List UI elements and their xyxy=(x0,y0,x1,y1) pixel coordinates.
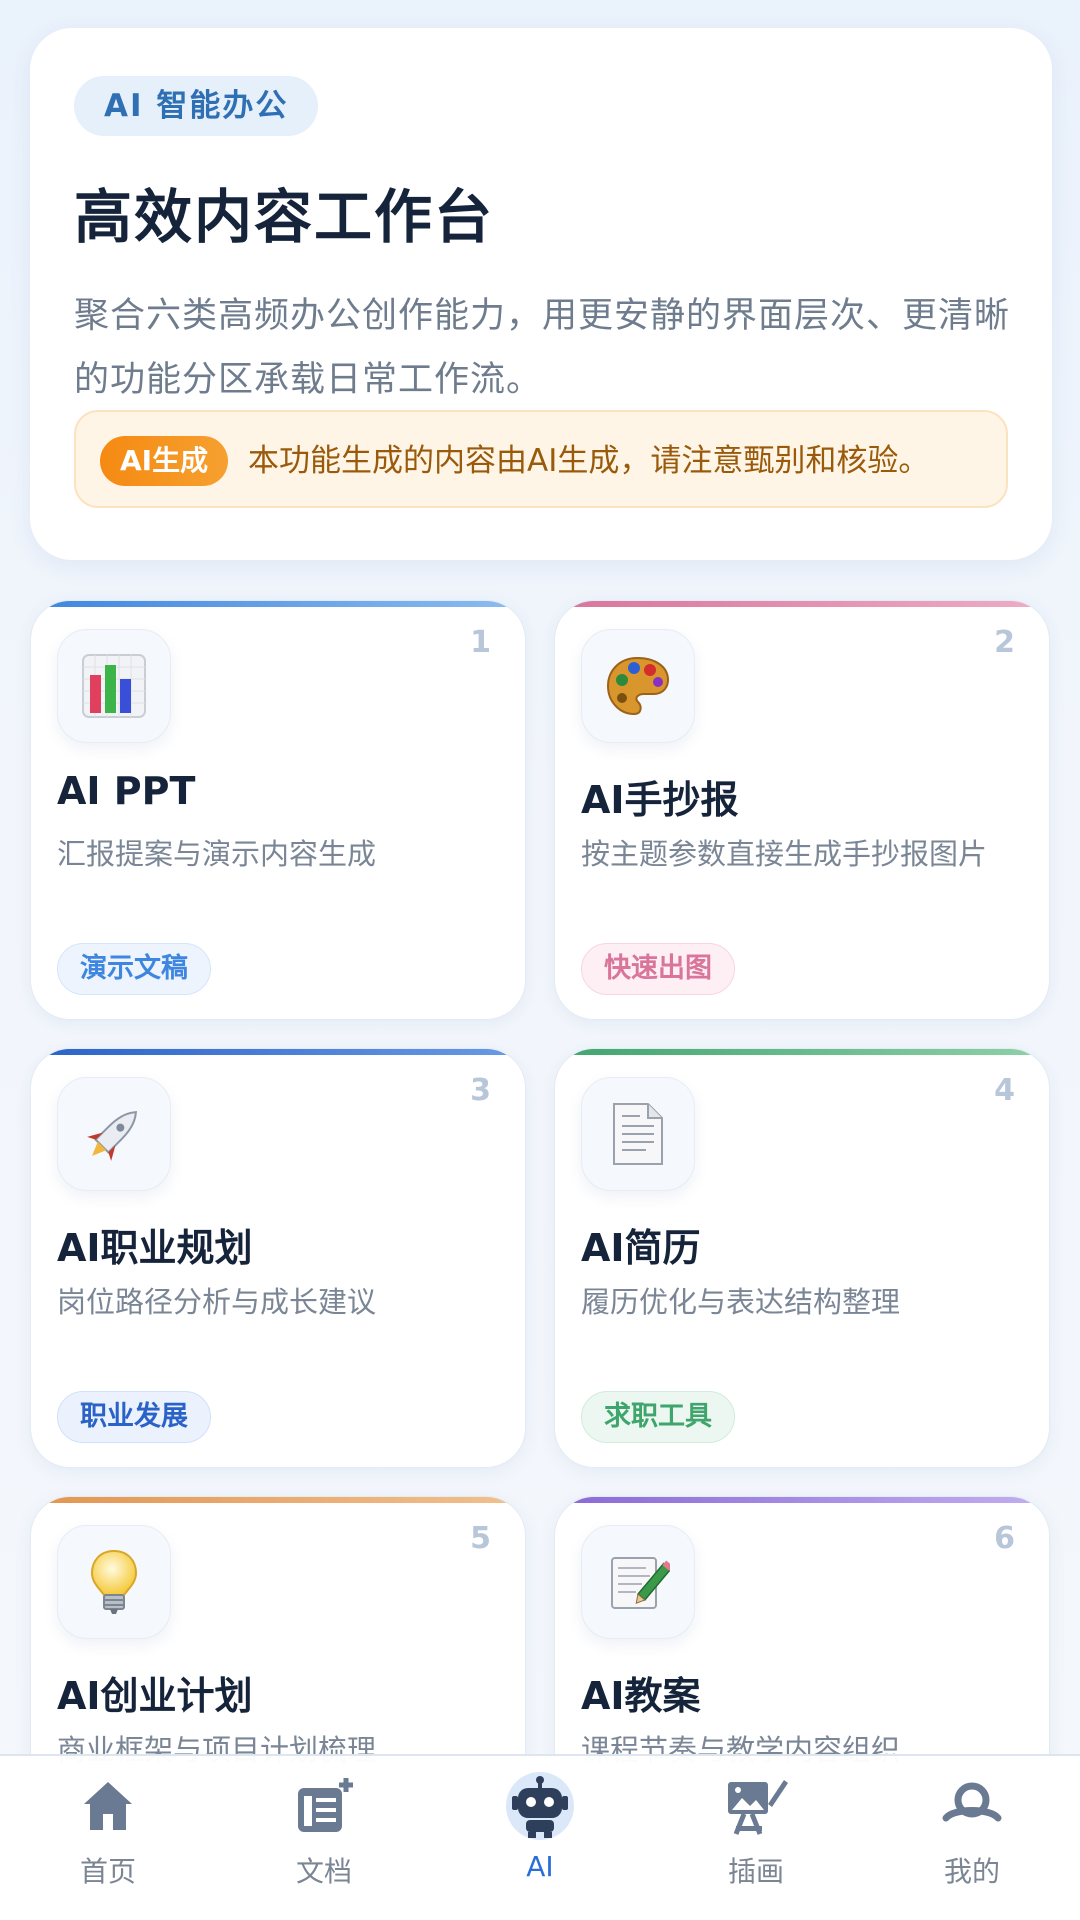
rocket-icon xyxy=(87,1111,137,1161)
page-title: 高效内容工作台 xyxy=(74,183,495,251)
feature-card-ai-career[interactable]: 3 AI职业规划 岗位路径分析与成长建议 职业发展 xyxy=(30,1048,526,1468)
bottom-tab-bar: 首页 文档 AI 插画 我的 xyxy=(0,1754,1080,1920)
tab-label: 文档 xyxy=(295,1855,352,1888)
card-description: 汇报提案与演示内容生成 xyxy=(57,837,377,871)
feature-card-ai-resume[interactable]: 4 AI简历 履历优化与表达结构整理 求职工具 xyxy=(554,1048,1050,1468)
card-tag: 快速出图 xyxy=(581,943,735,995)
robot-icon-wrap xyxy=(504,1770,576,1842)
tab-ai[interactable]: AI xyxy=(460,1770,620,1900)
card-description: 履历优化与表达结构整理 xyxy=(581,1285,901,1319)
card-title: AI职业规划 xyxy=(57,1226,253,1270)
card-title: AI手抄报 xyxy=(581,778,739,822)
profile-icon xyxy=(942,1782,1002,1822)
tab-illustration[interactable]: 插画 xyxy=(676,1770,836,1900)
document-add-icon-wrap xyxy=(288,1770,360,1842)
card-number: 2 xyxy=(994,625,1015,660)
document-add-icon xyxy=(298,1778,353,1832)
card-description: 岗位路径分析与成长建议 xyxy=(57,1285,377,1319)
feature-card-ai-ppt[interactable]: 1 AI PPT 汇报提案与演示内容生成 演示文稿 xyxy=(30,600,526,1020)
tab-profile[interactable]: 我的 xyxy=(892,1770,1052,1900)
card-icon-box xyxy=(581,629,695,743)
memo-icon xyxy=(611,1557,670,1609)
hero-badge: AI 智能办公 xyxy=(74,76,319,136)
illustration-icon-wrap xyxy=(720,1770,792,1842)
ai-notice: AI生成 本功能生成的内容由AI生成，请注意甄别和核验。 xyxy=(74,410,1008,508)
palette-icon xyxy=(606,656,670,716)
tab-home[interactable]: 首页 xyxy=(28,1770,188,1900)
card-tag: 求职工具 xyxy=(581,1391,735,1443)
document-icon xyxy=(613,1103,663,1165)
card-description: 按主题参数直接生成手抄报图片 xyxy=(581,837,988,871)
ai-notice-text: 本功能生成的内容由AI生成，请注意甄别和核验。 xyxy=(248,443,930,479)
card-accent-bar xyxy=(555,1497,1049,1503)
card-title: AI教案 xyxy=(581,1674,701,1718)
lightbulb-icon xyxy=(90,1549,138,1614)
bar-chart-icon xyxy=(82,654,146,718)
feature-card-ai-poster[interactable]: 2 AI手抄报 按主题参数直接生成手抄报图片 快速出图 xyxy=(554,600,1050,1020)
home-icon xyxy=(84,1782,132,1830)
card-icon-box xyxy=(57,1077,171,1191)
tab-label: AI xyxy=(526,1850,554,1883)
profile-icon-wrap xyxy=(936,1770,1008,1842)
card-number: 1 xyxy=(470,625,491,660)
card-icon-box xyxy=(581,1077,695,1191)
tab-label: 我的 xyxy=(943,1855,1000,1888)
card-tag: 演示文稿 xyxy=(57,943,211,995)
card-accent-bar xyxy=(555,601,1049,607)
tab-label: 首页 xyxy=(79,1855,136,1888)
card-accent-bar xyxy=(31,1049,525,1055)
card-title: AI创业计划 xyxy=(57,1674,253,1718)
hero-card: AI 智能办公 高效内容工作台 聚合六类高频办公创作能力，用更安静的界面层次、更… xyxy=(30,28,1052,560)
card-accent-bar xyxy=(31,1497,525,1503)
card-title: AI简历 xyxy=(581,1226,701,1270)
card-accent-bar xyxy=(31,601,525,607)
card-number: 4 xyxy=(994,1073,1015,1108)
card-number: 6 xyxy=(994,1521,1015,1556)
card-icon-box xyxy=(57,629,171,743)
home-icon-wrap xyxy=(72,1770,144,1842)
card-icon-box xyxy=(57,1525,171,1639)
card-icon-box xyxy=(581,1525,695,1639)
card-title: AI PPT xyxy=(57,769,196,813)
card-number: 3 xyxy=(470,1073,491,1108)
tab-documents[interactable]: 文档 xyxy=(244,1770,404,1900)
card-accent-bar xyxy=(555,1049,1049,1055)
ai-generated-badge: AI生成 xyxy=(100,436,229,486)
tab-label: 插画 xyxy=(727,1855,784,1888)
hero-description: 聚合六类高频办公创作能力，用更安静的界面层次、更清晰的功能分区承载日常工作流。 xyxy=(74,296,1011,400)
robot-icon xyxy=(506,1772,574,1840)
card-number: 5 xyxy=(470,1521,491,1556)
illustration-icon xyxy=(728,1780,788,1835)
card-tag: 职业发展 xyxy=(57,1391,211,1443)
